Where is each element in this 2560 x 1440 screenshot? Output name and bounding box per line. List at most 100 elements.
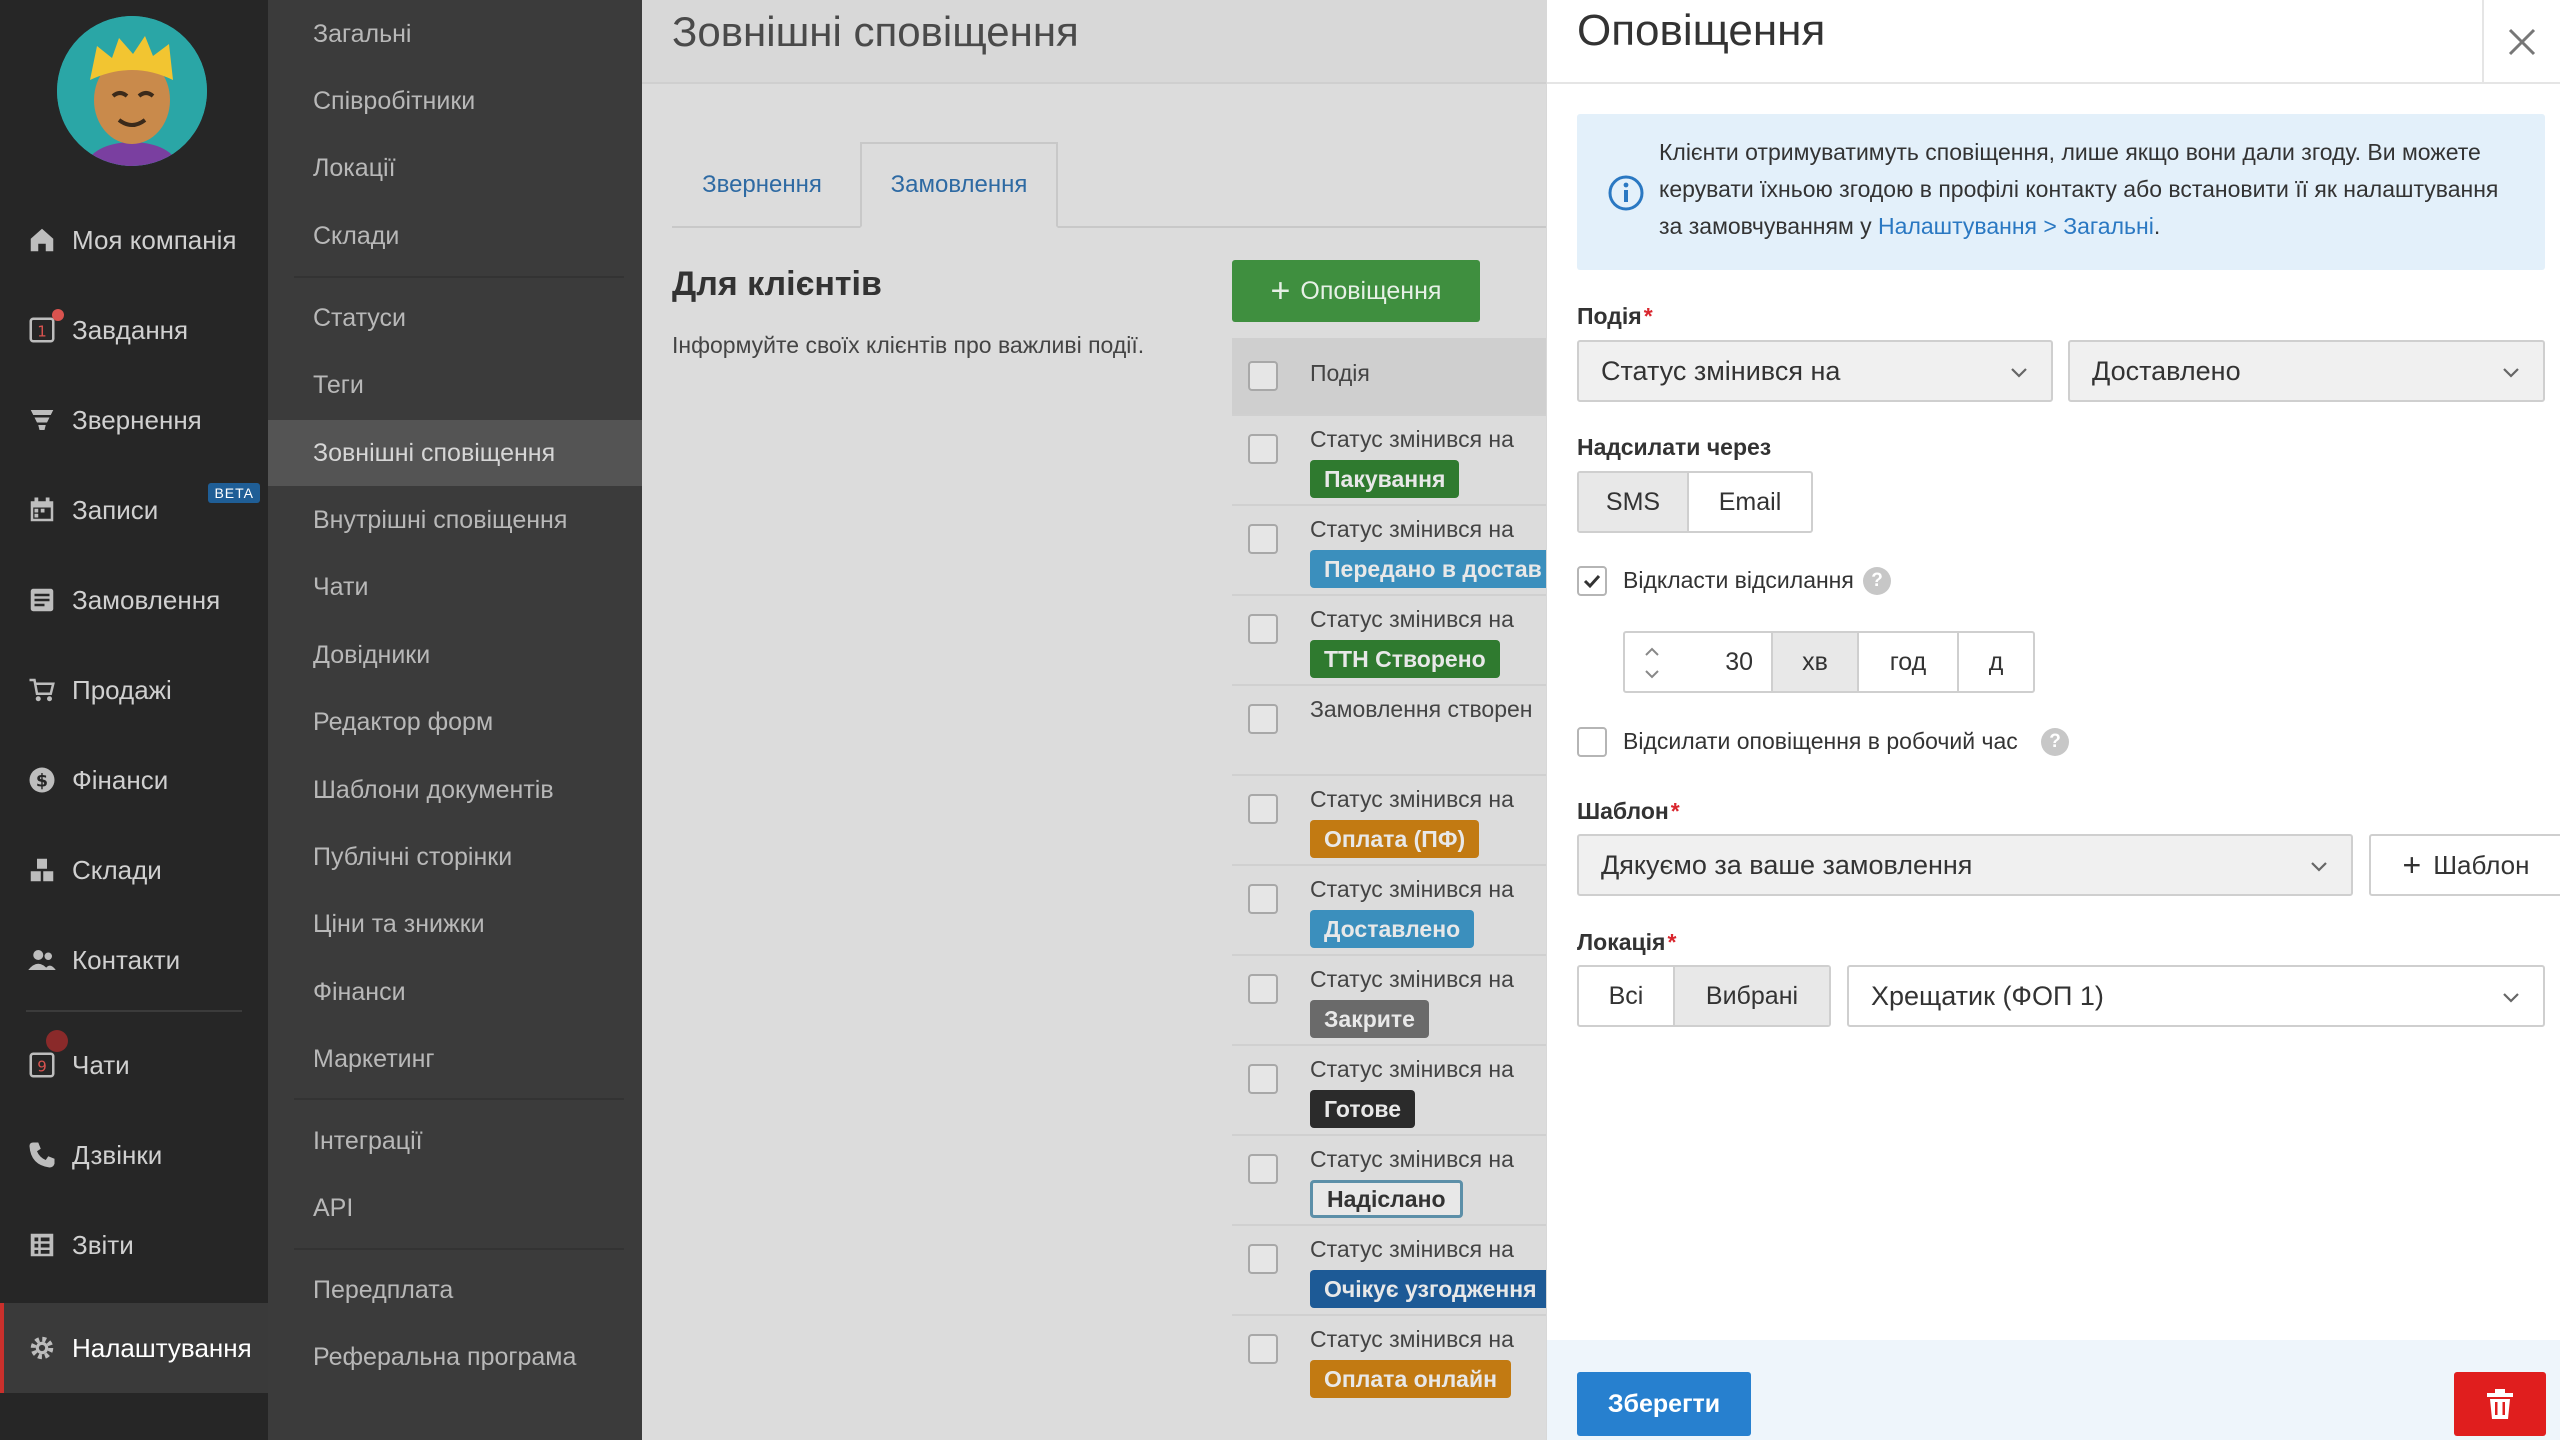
- nav-item-appointments[interactable]: Записи BETA: [0, 465, 268, 555]
- delete-button[interactable]: [2454, 1372, 2546, 1436]
- submenu-item-finance[interactable]: Фінанси: [268, 959, 642, 1025]
- channel-sms-option[interactable]: SMS: [1579, 473, 1689, 531]
- working-hours-checkbox[interactable]: [1577, 727, 1607, 757]
- avatar[interactable]: [57, 16, 207, 166]
- add-notification-button[interactable]: + Оповіщення: [1232, 260, 1480, 322]
- nav-item-sales[interactable]: Продажі: [0, 645, 268, 735]
- row-checkbox[interactable]: [1248, 704, 1278, 734]
- nav-item-company[interactable]: Моя компанія: [0, 195, 268, 285]
- add-template-label: Шаблон: [2433, 849, 2530, 880]
- nav-item-settings[interactable]: Налаштування: [0, 1303, 268, 1393]
- submenu-item-warehouses[interactable]: Склади: [268, 203, 642, 269]
- unit-hours-option[interactable]: год: [1859, 633, 1959, 691]
- location-all-option[interactable]: Всі: [1579, 967, 1675, 1025]
- submenu-item-internal-notifications[interactable]: Внутрішні сповіщення: [268, 487, 642, 553]
- help-icon[interactable]: ?: [1863, 567, 1891, 595]
- delay-label: Відкласти відсилання: [1623, 567, 1854, 593]
- location-selected-option[interactable]: Вибрані: [1675, 967, 1829, 1025]
- submenu-divider: [294, 1248, 624, 1250]
- calendar-icon: [26, 494, 58, 526]
- nav-item-chats[interactable]: 9 Чати: [0, 1020, 268, 1110]
- nav-item-calls[interactable]: Дзвінки: [0, 1110, 268, 1200]
- event-status-value: Доставлено: [2092, 355, 2241, 386]
- row-checkbox[interactable]: [1248, 1244, 1278, 1274]
- location-select[interactable]: Хрещатик (ФОП 1): [1847, 965, 2545, 1027]
- add-template-button[interactable]: + Шаблон: [2369, 834, 2560, 896]
- drawer-title: Оповіщення: [1577, 6, 1826, 55]
- nav-item-requests[interactable]: Звернення: [0, 375, 268, 465]
- row-checkbox[interactable]: [1248, 884, 1278, 914]
- main-nav: Моя компанія 1 Завдання Звернення Записи…: [0, 0, 268, 1440]
- home-icon: [26, 224, 58, 256]
- location-value: Хрещатик (ФОП 1): [1871, 980, 2104, 1011]
- row-event-text: Статус змінився на: [1310, 1236, 1514, 1262]
- status-badge: Доставлено: [1310, 910, 1475, 948]
- submenu-item-employees[interactable]: Співробітники: [268, 68, 642, 134]
- boxes-icon: [26, 854, 58, 886]
- help-icon[interactable]: ?: [2041, 728, 2069, 756]
- delay-input-group: 30 хв год д: [1623, 631, 2035, 693]
- submenu-item-subscription[interactable]: Передплата: [268, 1257, 642, 1323]
- submenu-item-integrations[interactable]: Інтеграції: [268, 1108, 642, 1174]
- delay-value-input[interactable]: 30: [1625, 633, 1773, 691]
- row-checkbox[interactable]: [1248, 524, 1278, 554]
- stepper-arrows-icon[interactable]: [1643, 643, 1661, 683]
- nav-item-finance[interactable]: $ Фінанси: [0, 735, 268, 825]
- submenu-item-locations[interactable]: Локації: [268, 135, 642, 201]
- save-button[interactable]: Зберегти: [1577, 1372, 1751, 1436]
- submenu-item-referral[interactable]: Реферальна програма: [268, 1324, 642, 1390]
- submenu-item-prices[interactable]: Ціни та знижки: [268, 891, 642, 957]
- submenu-item-form-editor[interactable]: Редактор форм: [268, 689, 642, 755]
- nav-divider: [26, 1010, 242, 1012]
- row-event-text: Статус змінився на: [1310, 426, 1514, 452]
- funnel-icon: [26, 404, 58, 436]
- nav-item-reports[interactable]: Звіти: [0, 1200, 268, 1290]
- chevron-down-icon: [2503, 993, 2519, 1003]
- tab-requests[interactable]: Звернення: [672, 142, 852, 228]
- submenu-item-general[interactable]: Загальні: [268, 1, 642, 67]
- nav-item-contacts[interactable]: Контакти: [0, 915, 268, 1005]
- row-checkbox[interactable]: [1248, 974, 1278, 1004]
- row-checkbox[interactable]: [1248, 434, 1278, 464]
- status-badge: Закрите: [1310, 1000, 1429, 1038]
- row-event-text: Статус змінився на: [1310, 516, 1514, 542]
- channel-email-option[interactable]: Email: [1689, 473, 1811, 531]
- nav-item-tasks[interactable]: 1 Завдання: [0, 285, 268, 375]
- nav-item-warehouses[interactable]: Склади: [0, 825, 268, 915]
- event-trigger-value: Статус змінився на: [1601, 355, 1841, 386]
- submenu-item-marketing[interactable]: Маркетинг: [268, 1026, 642, 1092]
- row-checkbox[interactable]: [1248, 1334, 1278, 1364]
- select-all-checkbox[interactable]: [1248, 361, 1278, 391]
- section-title: Для клієнтів: [672, 265, 882, 303]
- unit-minutes-option[interactable]: хв: [1773, 633, 1859, 691]
- row-checkbox[interactable]: [1248, 614, 1278, 644]
- template-value: Дякуємо за ваше замовлення: [1601, 849, 1973, 880]
- submenu-item-statuses[interactable]: Статуси: [268, 285, 642, 351]
- nav-item-label: Фінанси: [72, 764, 169, 795]
- nav-item-orders[interactable]: Замовлення: [0, 555, 268, 645]
- submenu-item-external-notifications[interactable]: Зовнішні сповіщення: [268, 420, 642, 486]
- submenu-item-chats[interactable]: Чати: [268, 554, 642, 620]
- event-status-select[interactable]: Доставлено: [2068, 340, 2545, 402]
- settings-general-link[interactable]: Налаштування > Загальні: [1878, 213, 2154, 239]
- event-trigger-select[interactable]: Статус змінився на: [1577, 340, 2053, 402]
- row-checkbox[interactable]: [1248, 1064, 1278, 1094]
- nav-item-label: Звернення: [72, 404, 202, 435]
- submenu-item-document-templates[interactable]: Шаблони документів: [268, 757, 642, 823]
- location-scope-toggle: Всі Вибрані: [1577, 965, 1831, 1027]
- close-button[interactable]: [2482, 0, 2560, 84]
- submenu-item-public-pages[interactable]: Публічні сторінки: [268, 824, 642, 890]
- row-event-text: Статус змінився на: [1310, 606, 1514, 632]
- submenu-divider: [294, 276, 624, 278]
- status-badge: Пакування: [1310, 460, 1460, 498]
- tab-orders[interactable]: Замовлення: [860, 142, 1058, 228]
- submenu-item-tags[interactable]: Теги: [268, 352, 642, 418]
- row-checkbox[interactable]: [1248, 794, 1278, 824]
- row-checkbox[interactable]: [1248, 1154, 1278, 1184]
- submenu-item-directories[interactable]: Довідники: [268, 622, 642, 688]
- delay-checkbox[interactable]: [1577, 566, 1607, 596]
- unit-days-option[interactable]: д: [1959, 633, 2033, 691]
- submenu-item-api[interactable]: API: [268, 1175, 642, 1241]
- template-select[interactable]: Дякуємо за ваше замовлення: [1577, 834, 2353, 896]
- check-icon: [1583, 574, 1601, 589]
